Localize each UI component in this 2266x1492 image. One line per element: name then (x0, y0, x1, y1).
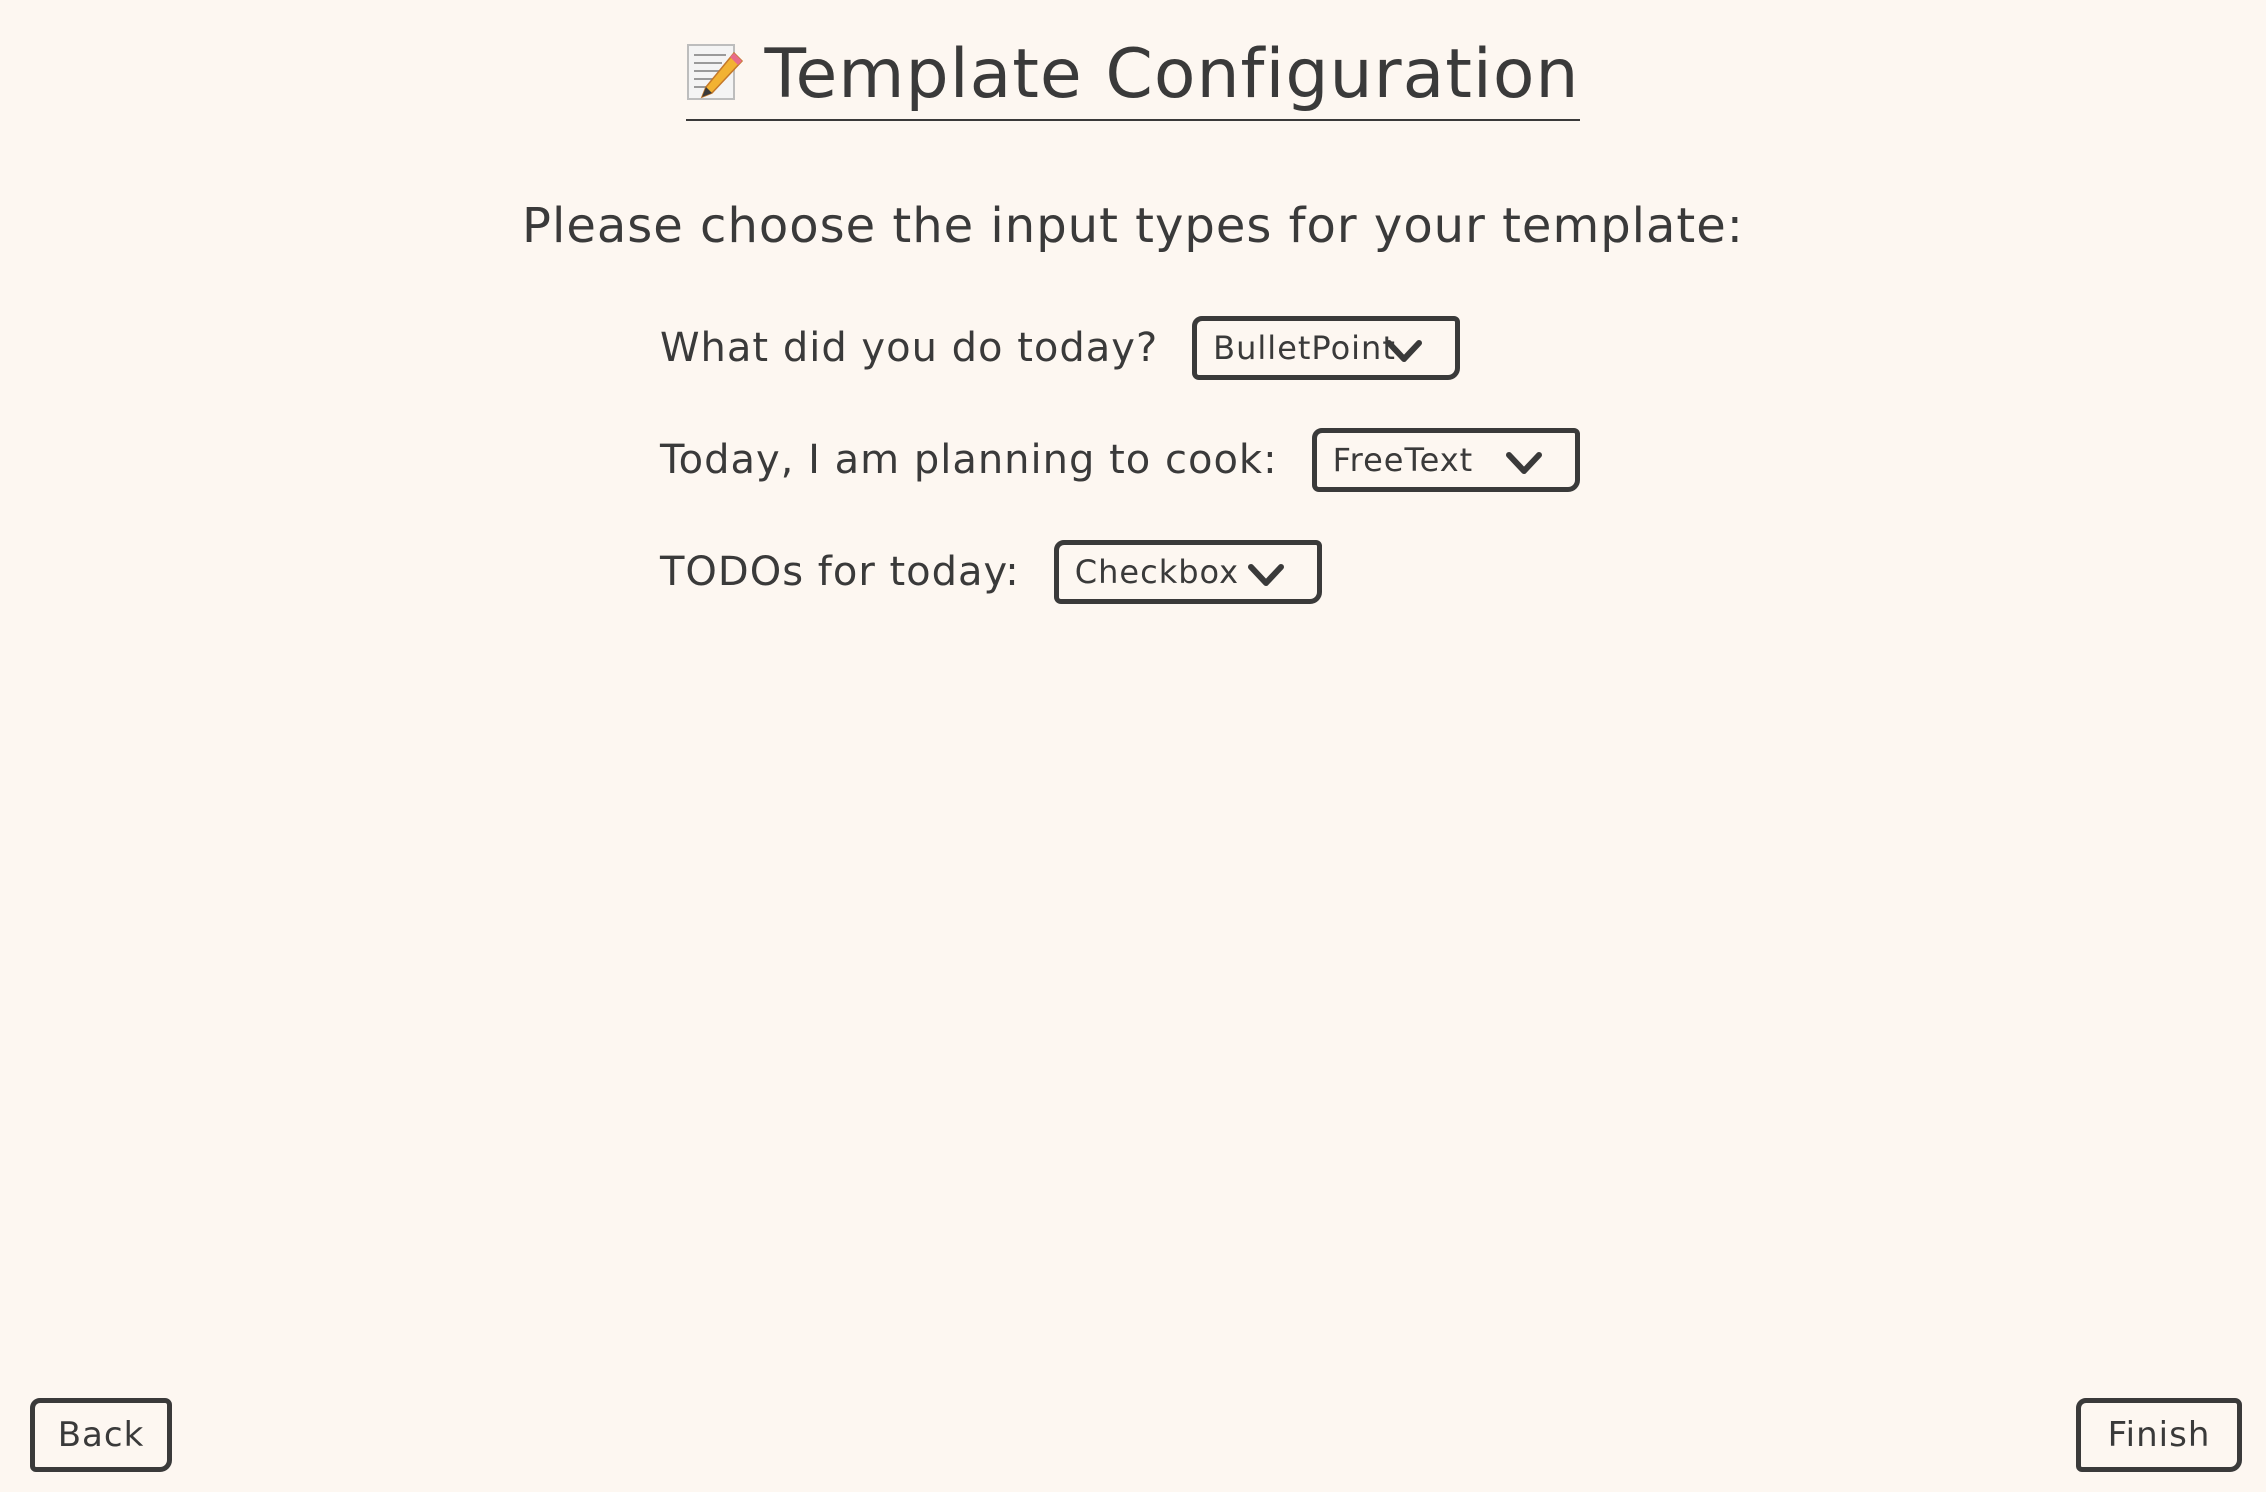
page-title-text: Template Configuration (764, 35, 1580, 114)
field-row-activities: What did you do today? BulletPoint (660, 310, 1461, 386)
chevron-down-icon (1386, 340, 1423, 362)
input-type-select-cook[interactable]: FreeText (1311, 428, 1580, 492)
instructions-text: Please choose the input types for your t… (522, 198, 1744, 254)
input-type-select-activities[interactable]: BulletPoint (1192, 316, 1461, 380)
select-value: FreeText (1332, 441, 1474, 479)
finish-button[interactable]: Finish (2076, 1398, 2242, 1472)
field-row-cook: Today, I am planning to cook: FreeText (660, 422, 1580, 498)
chevron-down-icon (1247, 564, 1284, 586)
memo-icon (687, 44, 744, 100)
page-title: Template Configuration (686, 35, 1580, 121)
field-label: What did you do today? (660, 325, 1159, 371)
field-label: Today, I am planning to cook: (660, 437, 1278, 483)
input-type-select-todos[interactable]: Checkbox (1053, 540, 1322, 604)
select-value: BulletPoint (1213, 329, 1396, 367)
field-row-todos: TODOs for today: Checkbox (660, 534, 1322, 610)
header: Template Configuration (0, 35, 2266, 121)
select-value: Checkbox (1074, 553, 1240, 591)
back-button[interactable]: Back (30, 1398, 172, 1472)
chevron-down-icon (1505, 452, 1542, 474)
field-label: TODOs for today: (660, 549, 1020, 595)
